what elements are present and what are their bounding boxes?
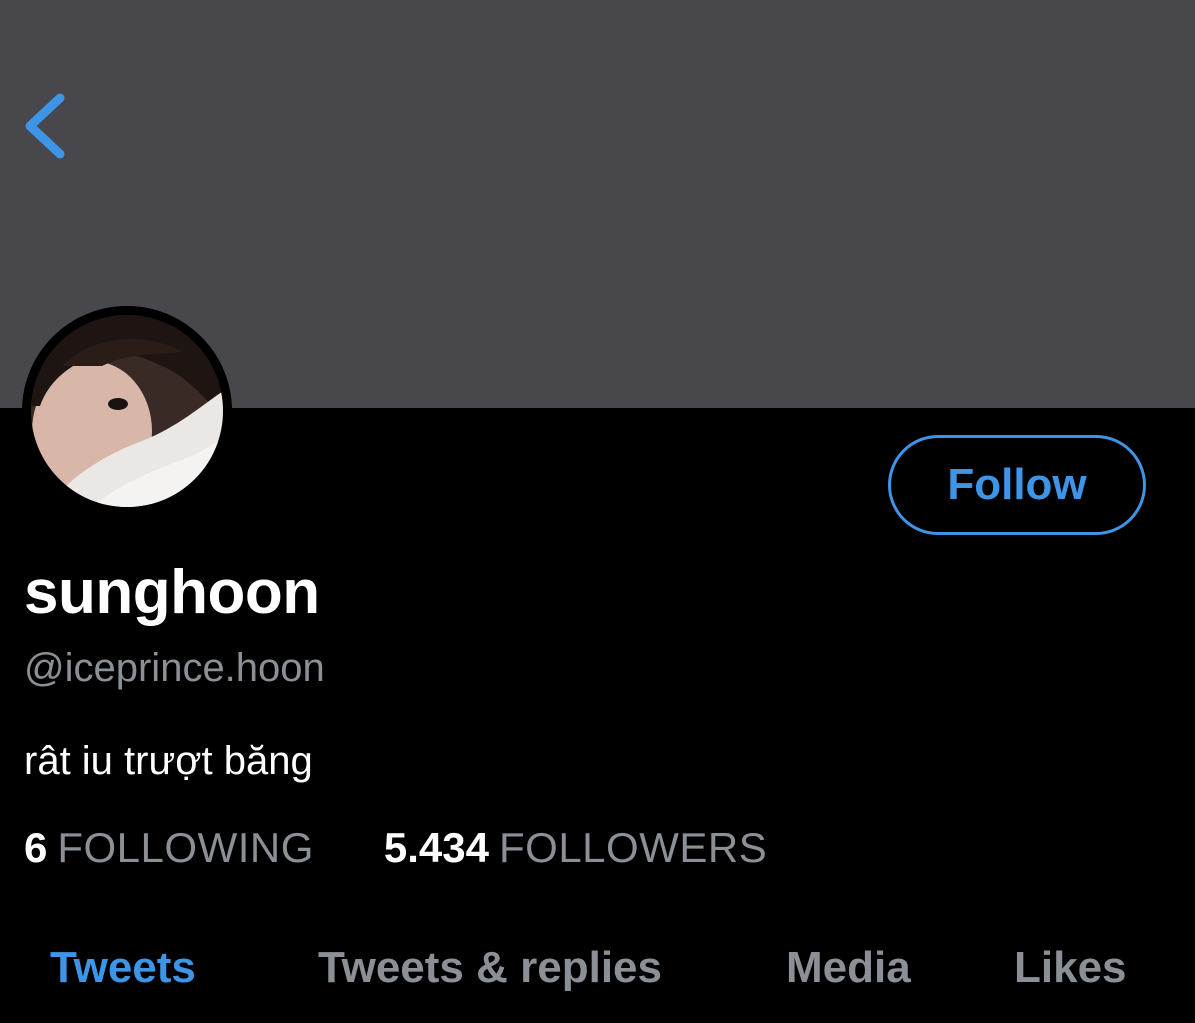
- followers-link[interactable]: 5.434 FOLLOWERS: [384, 822, 767, 874]
- following-count: 6: [24, 824, 48, 871]
- avatar-photo: [22, 306, 232, 516]
- chevron-left-icon: [25, 93, 65, 159]
- profile-stats: 6 FOLLOWING 5.434 FOLLOWERS: [24, 822, 767, 874]
- profile-page: Follow sunghoon @iceprince.hoon rât iu t…: [0, 0, 1195, 1023]
- following-label: FOLLOWING: [57, 824, 314, 871]
- following-link[interactable]: 6 FOLLOWING: [24, 822, 314, 874]
- profile-bio: rât iu trượt băng: [24, 739, 313, 783]
- user-handle: @iceprince.hoon: [24, 646, 325, 690]
- back-button[interactable]: [14, 82, 78, 170]
- follow-button[interactable]: Follow: [888, 435, 1146, 535]
- avatar[interactable]: [22, 306, 232, 516]
- tab-tweets[interactable]: Tweets: [50, 930, 196, 1006]
- tab-media[interactable]: Media: [786, 930, 911, 1006]
- tab-likes[interactable]: Likes: [1014, 930, 1127, 1006]
- followers-count: 5.434: [383, 824, 489, 871]
- display-name: sunghoon: [24, 558, 320, 627]
- tab-tweets-and-replies[interactable]: Tweets & replies: [318, 930, 662, 1006]
- profile-tabs: Tweets Tweets & replies Media Likes: [0, 930, 1195, 1006]
- followers-label: FOLLOWERS: [499, 824, 768, 871]
